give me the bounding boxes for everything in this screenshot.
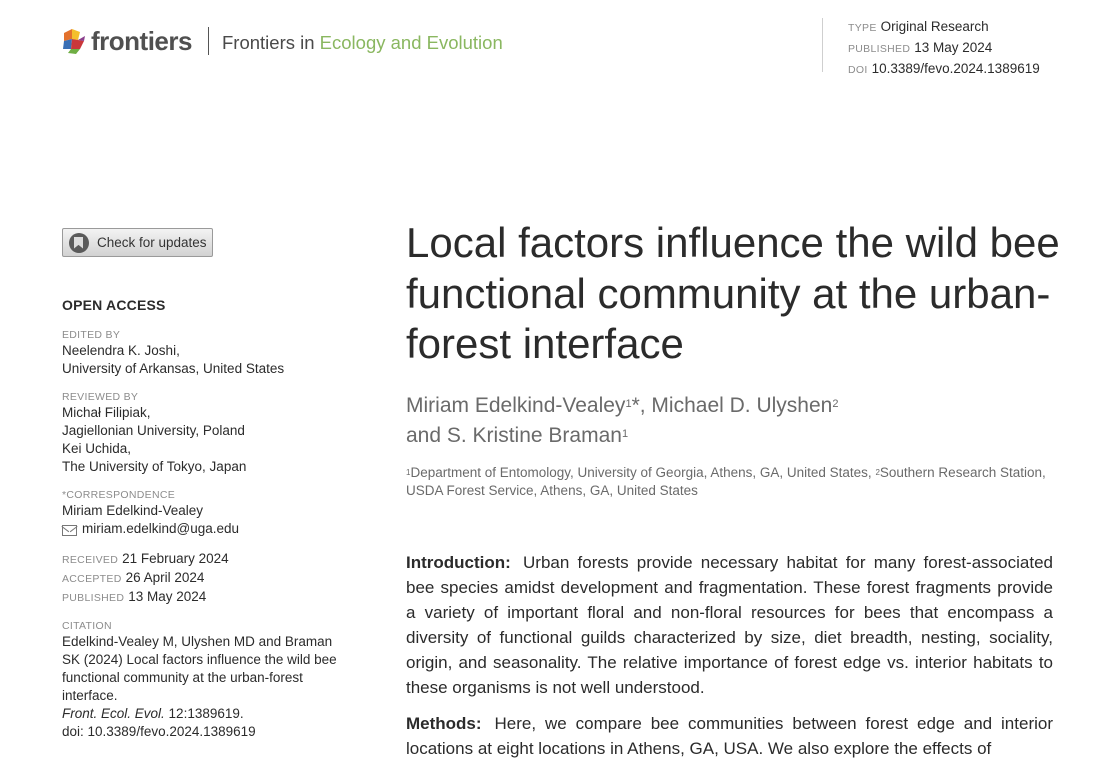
- meta-type: TYPE Original Research: [848, 17, 1040, 38]
- meta-doi-label: DOI: [848, 64, 868, 76]
- author-affiliation-sup: 2: [832, 398, 839, 410]
- reviewer-2-name: Kei Uchida,: [62, 441, 132, 456]
- published-label: PUBLISHED: [62, 592, 125, 604]
- reviewed-by-section: REVIEWED BY Michał Filipiak, Jagiellonia…: [62, 390, 362, 476]
- envelope-icon: [62, 525, 77, 536]
- correspondence-email-link[interactable]: miriam.edelkind@uga.edu: [82, 520, 239, 538]
- journal-name[interactable]: Frontiers in Ecology and Evolution: [222, 32, 503, 54]
- meta-type-value: Original Research: [880, 19, 989, 34]
- citation-journal: Front. Ecol. Evol.: [62, 706, 165, 721]
- article-info-sidebar: OPEN ACCESS EDITED BY Neelendra K. Joshi…: [62, 296, 362, 753]
- journal-title: Ecology and Evolution: [319, 32, 503, 53]
- received-label: RECEIVED: [62, 554, 119, 566]
- citation-journal-line: Front. Ecol. Evol. 12:1389619.: [62, 705, 362, 723]
- author-affiliation-sup: 1: [625, 398, 632, 410]
- frontiers-wordmark: frontiers: [91, 25, 192, 56]
- article-meta: TYPE Original Research PUBLISHED 13 May 20…: [848, 17, 1040, 80]
- accepted-value: 26 April 2024: [125, 570, 205, 585]
- meta-doi-value[interactable]: 10.3389/fevo.2024.1389619: [872, 61, 1040, 76]
- abstract-introduction: Introduction: Urban forests provide nece…: [406, 550, 1053, 700]
- meta-type-label: TYPE: [848, 22, 877, 34]
- meta-published-label: PUBLISHED: [848, 43, 911, 55]
- dates-section: RECEIVED 21 February 2024 ACCEPTED 26 Apri…: [62, 550, 362, 607]
- abstract-text: Here, we compare bee communities between…: [406, 714, 1053, 758]
- reviewer-2-affiliation: The University of Tokyo, Japan: [62, 459, 247, 474]
- open-access-label: OPEN ACCESS: [62, 297, 166, 313]
- abstract: Introduction: Urban forests provide nece…: [406, 550, 1053, 772]
- check-for-updates-button[interactable]: Check for updates: [62, 228, 213, 257]
- meta-published: PUBLISHED 13 May 2024: [848, 38, 1040, 59]
- author-name[interactable]: Michael D. Ulyshen: [651, 394, 832, 417]
- author-list: Miriam Edelkind-Vealey1*, Michael D. Uly…: [406, 391, 1026, 451]
- article-title: Local factors influence the wild bee fun…: [406, 219, 1060, 367]
- author-name[interactable]: S. Kristine Braman: [447, 424, 622, 447]
- editor-name: Neelendra K. Joshi,: [62, 343, 180, 358]
- edited-by-label: EDITED BY: [62, 329, 121, 341]
- author-separator: and: [406, 424, 447, 447]
- abstract-heading: Introduction:: [406, 553, 511, 572]
- citation-label: CITATION: [62, 620, 112, 632]
- author-name[interactable]: Miriam Edelkind-Vealey: [406, 394, 625, 417]
- received-value: 21 February 2024: [122, 551, 229, 566]
- published-value: 13 May 2024: [128, 589, 207, 604]
- meta-published-value: 13 May 2024: [914, 40, 993, 55]
- corresponding-mark: *: [631, 394, 640, 417]
- affiliations: 1Department of Entomology, University of…: [406, 464, 1046, 500]
- editor-affiliation: University of Arkansas, United States: [62, 361, 285, 376]
- citation-text: Edelkind-Vealey M, Ulyshen MD and Braman…: [62, 634, 337, 703]
- reviewer-1-name: Michał Filipiak,: [62, 405, 151, 420]
- author-separator: ,: [639, 394, 652, 417]
- frontiers-logo[interactable]: frontiers: [62, 26, 192, 56]
- check-for-updates-label: Check for updates: [97, 235, 207, 250]
- correspondence-name: Miriam Edelkind-Vealey: [62, 503, 204, 518]
- correspondence-email-row[interactable]: miriam.edelkind@uga.edu: [62, 520, 362, 538]
- meta-doi[interactable]: DOI 10.3389/fevo.2024.1389619: [848, 59, 1040, 80]
- edited-by-section: EDITED BY Neelendra K. Joshi, University…: [62, 328, 362, 378]
- abstract-text: Urban forests provide necessary habitat …: [406, 553, 1053, 697]
- header-divider: [208, 27, 209, 55]
- reviewer-1-affiliation: Jagiellonian University, Poland: [62, 423, 245, 438]
- frontiers-logo-icon: [62, 27, 86, 55]
- bookmark-icon: [69, 232, 89, 253]
- correspondence-label: *CORRESPONDENCE: [62, 489, 176, 501]
- citation-volume: 12:1389619.: [164, 706, 244, 721]
- citation-section: CITATION Edelkind-Vealey M, Ulyshen MD a…: [62, 619, 362, 741]
- citation-doi-link[interactable]: doi: 10.3389/fevo.2024.1389619: [62, 723, 362, 741]
- abstract-heading: Methods:: [406, 714, 482, 733]
- meta-divider: [822, 18, 823, 72]
- correspondence-section: *CORRESPONDENCE Miriam Edelkind-Vealey m…: [62, 488, 362, 538]
- affiliation-text: Department of Entomology, University of …: [410, 465, 876, 480]
- journal-prefix: Frontiers in: [222, 32, 315, 53]
- published-date: PUBLISHED 13 May 2024: [62, 588, 362, 607]
- accepted-date: ACCEPTED 26 April 2024: [62, 569, 362, 588]
- reviewed-by-label: REVIEWED BY: [62, 391, 139, 403]
- accepted-label: ACCEPTED: [62, 573, 122, 585]
- author-affiliation-sup: 1: [621, 428, 629, 440]
- abstract-methods: Methods: Here, we compare bee communitie…: [406, 711, 1053, 761]
- received-date: RECEIVED 21 February 2024: [62, 550, 362, 569]
